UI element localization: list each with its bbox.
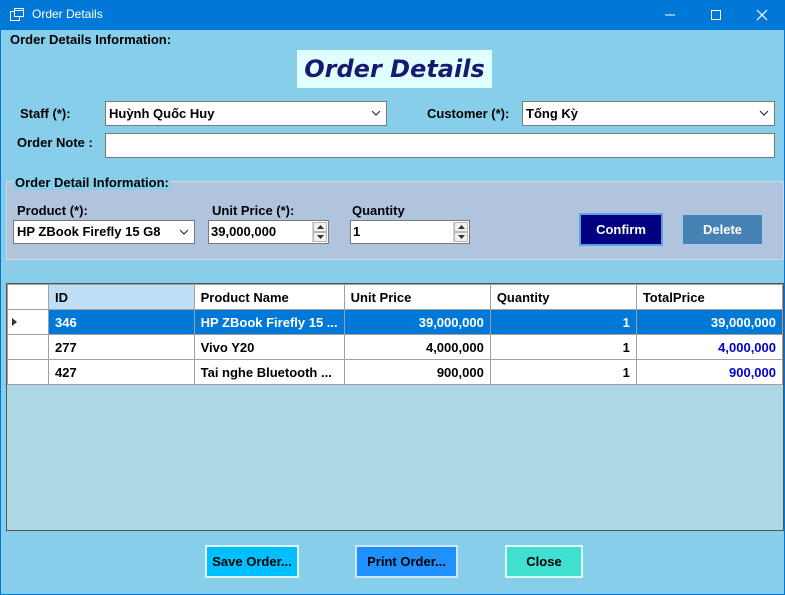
quantity-label: Quantity (352, 203, 405, 218)
cell-quantity[interactable]: 1 (489, 359, 637, 385)
close-icon (756, 9, 768, 21)
column-header-unit-price[interactable]: Unit Price (343, 284, 491, 310)
quantity-stepper[interactable]: 1 (350, 220, 470, 244)
window-title: Order Details (32, 7, 103, 21)
column-header-quantity[interactable]: Quantity (489, 284, 637, 310)
cell-id[interactable]: 427 (48, 359, 195, 385)
unit-price-label: Unit Price (*): (212, 203, 295, 218)
row-header[interactable] (7, 334, 49, 360)
customer-value: Tống Kỳ (526, 106, 578, 121)
cell-unit-price[interactable]: 900,000 (343, 359, 491, 385)
product-combobox[interactable]: HP ZBook Firefly 15 G8 (13, 220, 195, 244)
quantity-down-button[interactable] (454, 232, 468, 242)
cell-total-price[interactable]: 4,000,000 (635, 334, 784, 360)
unit-price-stepper[interactable]: 39,000,000 (208, 220, 329, 244)
divider (1, 270, 784, 271)
staff-label: Staff (*): (20, 106, 71, 121)
column-header-id[interactable]: ID (48, 284, 195, 310)
save-order-button[interactable]: Save Order... (205, 545, 299, 578)
triangle-up-icon (458, 225, 465, 229)
row-header[interactable] (7, 359, 49, 385)
order-detail-group-label: Order Detail Information: (14, 175, 170, 190)
order-details-grid[interactable]: ID Product Name Unit Price Quantity Tota… (6, 283, 784, 531)
maximize-icon (711, 10, 721, 20)
table-row[interactable]: 346 HP ZBook Firefly 15 ... 39,000,000 1… (7, 309, 784, 335)
table-row[interactable]: 277 Vivo Y20 4,000,000 1 4,000,000 (7, 334, 784, 360)
order-note-input[interactable] (105, 133, 775, 158)
unit-price-value: 39,000,000 (211, 224, 277, 239)
divider (1, 263, 784, 264)
cell-total-price[interactable]: 900,000 (635, 359, 784, 385)
order-info-group-label: Order Details Information: (10, 32, 172, 47)
quantity-up-button[interactable] (454, 222, 468, 232)
product-value: HP ZBook Firefly 15 G8 (17, 224, 161, 239)
cell-quantity[interactable]: 1 (489, 309, 637, 335)
customer-combobox[interactable]: Tống Kỳ (522, 101, 775, 126)
minimize-icon (665, 14, 675, 16)
close-button[interactable]: Close (505, 545, 583, 578)
product-label: Product (*): (17, 203, 88, 218)
cell-id[interactable]: 277 (48, 334, 195, 360)
cell-unit-price[interactable]: 4,000,000 (343, 334, 491, 360)
cell-product-name[interactable]: Tai nghe Bluetooth ... (193, 359, 345, 385)
close-window-button[interactable] (739, 0, 785, 30)
unit-price-down-button[interactable] (313, 232, 327, 242)
triangle-down-icon (317, 235, 324, 239)
triangle-up-icon (317, 225, 324, 229)
chevron-down-icon (371, 110, 381, 116)
cell-quantity[interactable]: 1 (489, 334, 637, 360)
order-note-label: Order Note : (17, 135, 93, 150)
minimize-button[interactable] (647, 0, 693, 30)
quantity-spin[interactable] (453, 222, 468, 242)
confirm-button[interactable]: Confirm (579, 213, 663, 246)
row-header[interactable] (7, 309, 49, 335)
title-bar: Order Details (0, 0, 785, 30)
page-header: Order Details (297, 50, 492, 88)
staff-value: Huỳnh Quốc Huy (109, 106, 215, 121)
print-order-button[interactable]: Print Order... (355, 545, 458, 578)
customer-label: Customer (*): (427, 106, 510, 121)
grid-header-row: ID Product Name Unit Price Quantity Tota… (7, 284, 784, 310)
footer-panel: Save Order... Print Order... Close (1, 540, 784, 594)
form-client-area: Order Details Information: Order Details… (1, 30, 784, 594)
triangle-down-icon (458, 235, 465, 239)
unit-price-spin[interactable] (312, 222, 327, 242)
grid-corner-cell (7, 284, 49, 310)
cell-product-name[interactable]: Vivo Y20 (193, 334, 345, 360)
cell-total-price[interactable]: 39,000,000 (635, 309, 784, 335)
unit-price-up-button[interactable] (313, 222, 327, 232)
cell-unit-price[interactable]: 39,000,000 (343, 309, 491, 335)
column-header-product-name[interactable]: Product Name (193, 284, 345, 310)
chevron-down-icon (759, 110, 769, 116)
maximize-button[interactable] (693, 0, 739, 30)
cell-id[interactable]: 346 (48, 309, 195, 335)
chevron-down-icon (179, 229, 189, 235)
order-details-table: ID Product Name Unit Price Quantity Tota… (7, 284, 784, 385)
current-row-arrow-icon (12, 317, 17, 326)
quantity-value: 1 (353, 224, 361, 239)
table-row[interactable]: 427 Tai nghe Bluetooth ... 900,000 1 900… (7, 359, 784, 385)
staff-combobox[interactable]: Huỳnh Quốc Huy (105, 101, 387, 126)
cell-product-name[interactable]: HP ZBook Firefly 15 ... (193, 309, 345, 335)
window-app-icon (10, 8, 24, 21)
delete-button[interactable]: Delete (681, 213, 764, 246)
column-header-total-price[interactable]: TotalPrice (635, 284, 784, 310)
